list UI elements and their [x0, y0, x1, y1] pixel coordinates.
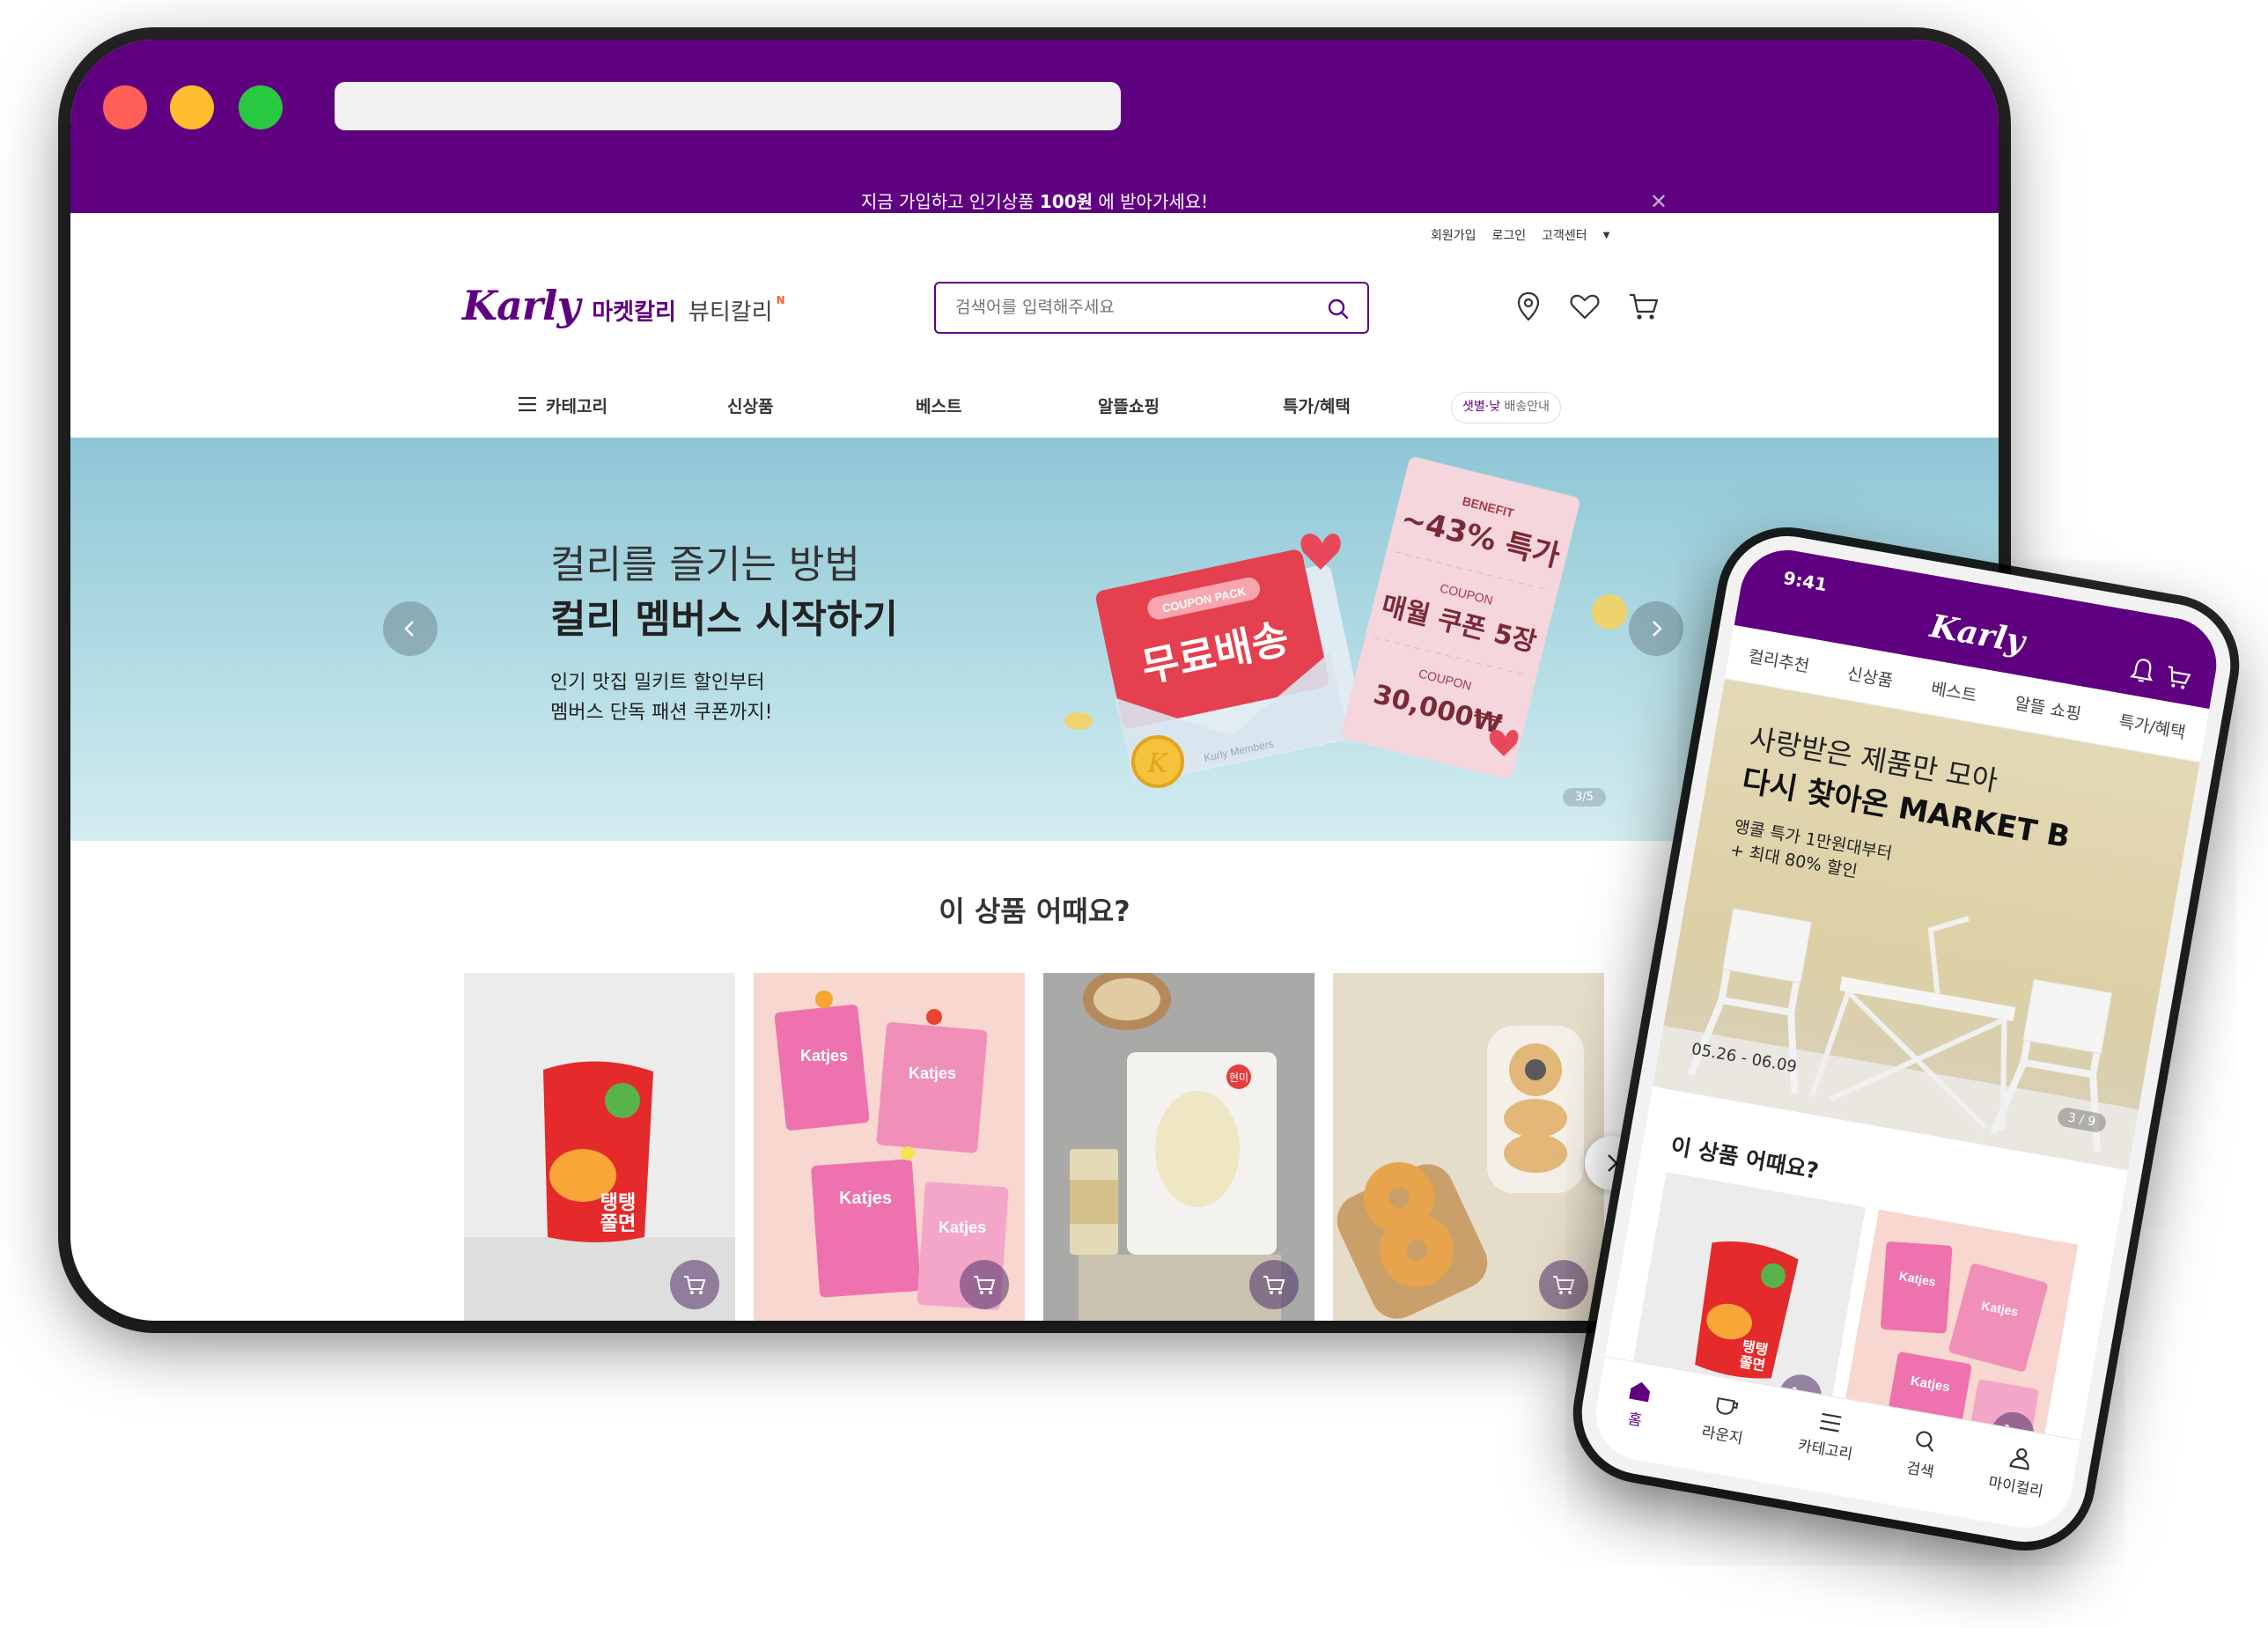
- promo-text-post: 에 받아가세요!: [1093, 191, 1209, 212]
- delivery-rest: 배송안내: [1500, 400, 1550, 414]
- search-input[interactable]: [955, 298, 1307, 317]
- add-to-cart-button[interactable]: [1539, 1260, 1588, 1309]
- signup-link[interactable]: 회원가입: [1431, 226, 1476, 244]
- location-pin-icon[interactable]: [1514, 291, 1543, 326]
- hamburger-icon: [1819, 1412, 1841, 1433]
- cart-icon[interactable]: [1627, 291, 1660, 326]
- mobile-banner[interactable]: 사랑받은 제품만 모아 다시 찾아온 MARKET B 앵콜 특가 1만원대부터…: [1653, 678, 2200, 1171]
- mobile-nav-lounge[interactable]: 라운지: [1700, 1391, 1749, 1448]
- gnb-thrift[interactable]: 알뜰쇼핑: [1098, 383, 1160, 431]
- svg-text:Katjes: Katjes: [839, 1189, 892, 1208]
- product-card[interactable]: Katjes Katjes Katjes Katjes: [754, 973, 1025, 1321]
- promo-text-pre: 지금 가입하고 인기상품: [860, 191, 1040, 212]
- banner-subtitle: 컬리를 즐기는 방법: [550, 542, 860, 587]
- search-icon[interactable]: [1327, 298, 1350, 324]
- mobile-tab-benefit[interactable]: 특가/혜택: [2117, 709, 2188, 744]
- mobile-nav-category[interactable]: 카테고리: [1796, 1408, 1859, 1463]
- maximize-window-button[interactable]: [239, 85, 283, 129]
- mobile-nav-mykarly-label: 마이컬리: [1986, 1474, 2045, 1501]
- product-card[interactable]: [1333, 973, 1604, 1321]
- mobile-nav-search-label: 검색: [1904, 1459, 1936, 1482]
- support-link[interactable]: 고객센터: [1542, 226, 1587, 244]
- product-1-label: 탱탱: [600, 1192, 636, 1214]
- mobile-nav-lounge-label: 라운지: [1700, 1423, 1744, 1448]
- banner-desc-line1: 인기 맛집 밀키트 할인부터: [550, 672, 765, 694]
- search-box[interactable]: [934, 282, 1369, 334]
- k-coin-icon: K: [1147, 748, 1169, 779]
- product-card[interactable]: 탱탱 쫄면: [464, 973, 735, 1321]
- banner-desc-line2: 멤버스 단독 패션 쿠폰까지!: [550, 702, 773, 724]
- bell-icon[interactable]: [2128, 655, 2157, 689]
- karly-logo-script[interactable]: Karly: [462, 282, 580, 329]
- product-card[interactable]: 현미: [1043, 973, 1314, 1321]
- banner-pager: 3/5: [1563, 788, 1606, 807]
- gnb-category-label: 카테고리: [546, 397, 608, 416]
- add-to-cart-button[interactable]: [960, 1260, 1009, 1309]
- svg-text:Katjes: Katjes: [800, 1047, 848, 1064]
- address-bar[interactable]: [335, 82, 1121, 130]
- home-icon: [1628, 1381, 1650, 1403]
- delivery-info-badge[interactable]: 샛별·낮 배송안내: [1451, 392, 1562, 424]
- login-link[interactable]: 로그인: [1492, 226, 1527, 244]
- beauty-karly-tab[interactable]: 뷰티칼리: [688, 294, 773, 327]
- mobile-nav-home[interactable]: 홈: [1621, 1377, 1653, 1431]
- gnb-best[interactable]: 베스트: [916, 383, 961, 431]
- site-logo[interactable]: Karly 마켓칼리 뷰티칼리 N: [462, 282, 794, 329]
- banner-title: 컬리 멤버스 시작하기: [550, 597, 898, 642]
- gnb-new[interactable]: 신상품: [727, 383, 773, 431]
- caret-down-icon[interactable]: ▼: [1603, 231, 1610, 240]
- svg-text:Katjes: Katjes: [909, 1064, 956, 1082]
- svg-text:Katjes: Katjes: [939, 1219, 986, 1236]
- global-nav: 카테고리 신상품 베스트 알뜰쇼핑 특가/혜택 샛별·낮 배송안내: [70, 383, 1999, 431]
- delivery-highlight: 샛별·낮: [1462, 400, 1501, 414]
- gnb-category[interactable]: 카테고리: [518, 383, 608, 431]
- mobile-tab-best[interactable]: 베스트: [1929, 675, 1978, 707]
- mobile-nav-home-label: 홈: [1626, 1410, 1644, 1431]
- mobile-tab-recommend[interactable]: 컬리추천: [1747, 644, 1812, 678]
- add-to-cart-button[interactable]: [1249, 1260, 1299, 1309]
- mobile-cart-icon[interactable]: [2162, 663, 2193, 696]
- browser-chrome: 지금 가입하고 인기상품 100원 에 받아가세요! ✕: [70, 40, 1999, 214]
- product-3-label: 현미: [1229, 1072, 1248, 1084]
- close-window-button[interactable]: [103, 85, 147, 129]
- heart-icon[interactable]: [1569, 291, 1601, 326]
- mobile-nav-search[interactable]: 검색: [1905, 1427, 1941, 1482]
- top-utility-links: 회원가입 로그인 고객센터 ▼: [1431, 226, 1609, 244]
- mobile-nav-mykarly[interactable]: 마이컬리: [1987, 1442, 2051, 1501]
- market-karly-tab[interactable]: 마켓칼리: [592, 294, 676, 327]
- svg-text:쫄면: 쫄면: [600, 1213, 636, 1235]
- mobile-nav-category-label: 카테고리: [1796, 1436, 1854, 1464]
- header-util-icons: [1514, 291, 1660, 326]
- minimize-window-button[interactable]: [170, 85, 214, 129]
- promo-bar[interactable]: 지금 가입하고 인기상품 100원 에 받아가세요! ✕: [70, 189, 1999, 214]
- banner-next-button[interactable]: [1629, 601, 1683, 656]
- banner-desc: 인기 맛집 밀키트 할인부터 멤버스 단독 패션 쿠폰까지!: [550, 668, 772, 728]
- new-badge: N: [776, 294, 785, 306]
- hamburger-icon: [518, 383, 537, 431]
- search-icon: [1916, 1431, 1933, 1452]
- mobile-tab-thrift[interactable]: 알뜰 쇼핑: [2013, 690, 2083, 726]
- user-icon: [2009, 1448, 2029, 1470]
- promo-close-icon[interactable]: ✕: [1650, 189, 1668, 214]
- mobile-tab-new[interactable]: 신상품: [1845, 660, 1895, 692]
- cup-icon: [1716, 1397, 1739, 1415]
- gnb-benefit[interactable]: 특가/혜택: [1283, 383, 1351, 431]
- banner-prev-button[interactable]: [383, 601, 438, 656]
- promo-text-bold: 100원: [1039, 191, 1094, 212]
- banner-illustration: COUPON PACK 무료배송 Kurly Members BENEFIT ~…: [1064, 457, 1627, 788]
- product-carousel: 탱탱 쫄면 Katjes Katjes Katjes Katjes 현미: [464, 973, 1635, 1321]
- add-to-cart-button[interactable]: [670, 1260, 719, 1309]
